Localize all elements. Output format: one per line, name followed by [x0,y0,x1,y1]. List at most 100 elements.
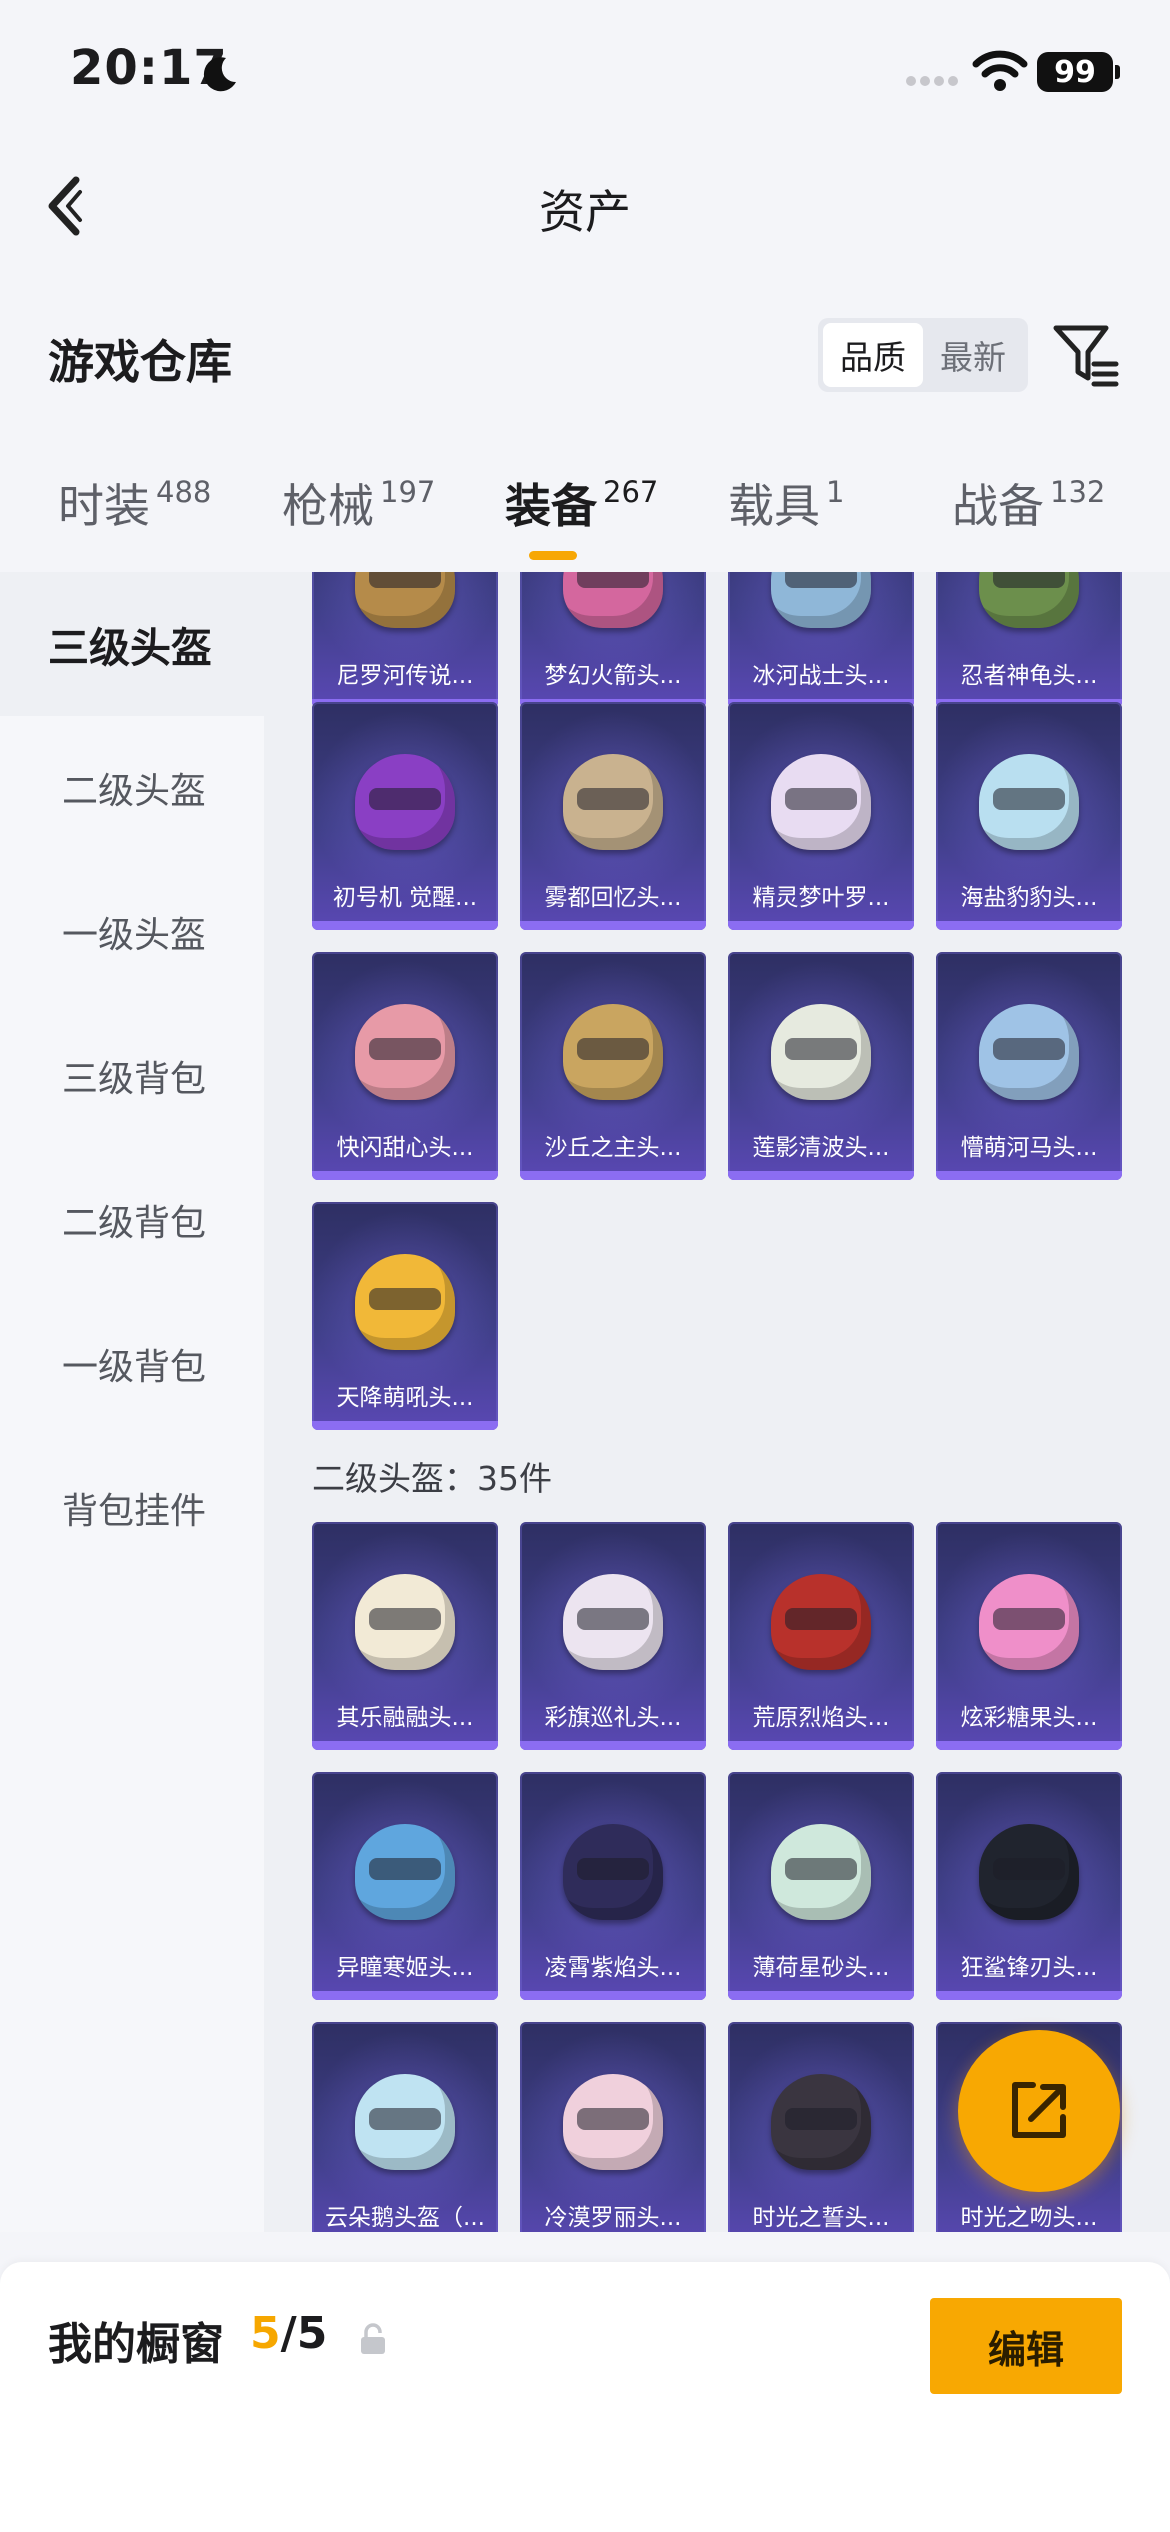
helmet-icon [979,1574,1079,1670]
equipment-sidebar: 三级头盔 二级头盔 一级头盔 三级背包 二级背包 一级背包 背包挂件 [0,572,264,2232]
item-card[interactable]: 云朵鹅头盔（... [312,2022,498,2232]
item-card[interactable]: 沙丘之主头... [520,952,706,1180]
showcase-count: 5/5 [250,2308,327,2359]
sort-latest-option[interactable]: 最新 [923,323,1023,387]
helmet-icon [563,1824,663,1920]
tab-count: 1 [826,475,845,509]
item-name: 时光之誓头... [752,2205,890,2231]
item-card[interactable]: 梦幻火箭头... [520,572,706,708]
item-name: 异瞳寒姬头... [336,1955,474,1981]
item-name: 快闪甜心头... [336,1135,474,1161]
showcase-current: 5 [250,2308,281,2359]
helmet-icon [771,572,871,628]
helmet-icon [355,2074,455,2170]
helmet-icon [771,754,871,850]
item-card[interactable]: 雾都回忆头... [520,702,706,930]
tab-label: 载具 [728,479,820,533]
item-name: 忍者神龟头... [960,663,1098,689]
item-name: 海盐豹豹头... [960,885,1098,911]
category-tabs: 时装 488 枪械 197 装备 267 载具 1 战备 132 [0,470,1170,570]
sidebar-item-level3-helmet[interactable]: 三级头盔 [0,572,264,716]
item-card[interactable]: 彩旗巡礼头... [520,1522,706,1750]
helmet-icon [771,1574,871,1670]
helmet-visor [369,1858,441,1880]
item-card[interactable]: 凌霄紫焰头... [520,1772,706,2000]
item-card[interactable]: 薄荷星砂头... [728,1772,914,2000]
sidebar-item-level1-helmet[interactable]: 一级头盔 [0,860,264,1004]
tab-label: 枪械 [282,479,374,533]
item-card[interactable]: 精灵梦叶罗... [728,702,914,930]
sidebar-item-level2-backpack[interactable]: 二级背包 [0,1148,264,1292]
helmet-visor [993,788,1065,810]
helmet-icon [979,754,1079,850]
helmet-visor [785,2108,857,2130]
section-title-level2-helmet: 二级头盔：35件 [312,1459,552,1498]
showcase-label: 我的橱窗 [48,2319,224,2370]
item-name: 初号机 觉醒... [332,885,478,911]
edit-button[interactable]: 编辑 [930,2298,1122,2394]
tab-label: 装备 [505,479,597,533]
item-card[interactable]: 尼罗河传说... [312,572,498,708]
helmet-visor [993,1038,1065,1060]
helmet-icon [979,1824,1079,1920]
item-card[interactable]: 莲影清波头... [728,952,914,1180]
helmet-icon [979,1004,1079,1100]
sidebar-item-level3-backpack[interactable]: 三级背包 [0,1004,264,1148]
item-name: 时光之吻头... [960,2205,1098,2231]
helmet-visor [785,1858,857,1880]
item-card[interactable]: 时光之誓头... [728,2022,914,2232]
item-name: 冷漠罗丽头... [544,2205,682,2231]
wifi-icon [972,50,1028,91]
item-card[interactable]: 冰河战士头... [728,572,914,708]
item-name: 炫彩糖果头... [960,1705,1098,1731]
item-name: 狂鲨锋刃头... [960,1955,1098,1981]
showcase-total: /5 [280,2308,328,2359]
tab-fashion[interactable]: 时装 488 [58,470,211,536]
signal-icon [906,76,958,86]
active-tab-indicator [529,551,577,560]
helmet-visor [785,1608,857,1630]
item-card[interactable]: 异瞳寒姬头... [312,1772,498,2000]
item-card[interactable]: 狂鲨锋刃头... [936,1772,1122,2000]
helmet-icon [771,1824,871,1920]
item-card[interactable]: 冷漠罗丽头... [520,2022,706,2232]
tab-firearms[interactable]: 枪械 197 [282,470,435,536]
sort-quality-option[interactable]: 品质 [823,323,923,387]
helmet-icon [563,2074,663,2170]
tab-count: 267 [603,475,659,509]
sidebar-item-level1-backpack[interactable]: 一级背包 [0,1292,264,1436]
item-name: 懵萌河马头... [960,1135,1098,1161]
helmet-visor [577,1608,649,1630]
item-card[interactable]: 快闪甜心头... [312,952,498,1180]
item-card[interactable]: 海盐豹豹头... [936,702,1122,930]
item-card[interactable]: 炫彩糖果头... [936,1522,1122,1750]
helmet-icon [563,1574,663,1670]
helmet-visor [369,1038,441,1060]
tab-vehicles[interactable]: 载具 1 [728,470,844,536]
tab-equipment[interactable]: 装备 267 [505,470,658,536]
sidebar-item-level2-helmet[interactable]: 二级头盔 [0,716,264,860]
helmet-visor [577,1038,649,1060]
item-card[interactable]: 懵萌河马头... [936,952,1122,1180]
helmet-icon [563,572,663,628]
item-card[interactable]: 荒原烈焰头... [728,1522,914,1750]
item-card[interactable]: 天降萌吼头... [312,1202,498,1430]
page-title: 资产 [539,185,631,239]
item-name: 莲影清波头... [752,1135,890,1161]
sidebar-item-backpack-charm[interactable]: 背包挂件 [0,1436,264,1580]
item-name: 梦幻火箭头... [544,663,682,689]
filter-icon[interactable] [1050,320,1120,388]
tab-supplies[interactable]: 战备 132 [952,470,1105,536]
helmet-visor [577,788,649,810]
helmet-visor [577,1858,649,1880]
helmet-icon [979,572,1079,628]
helmet-visor [577,2108,649,2130]
share-button[interactable] [958,2030,1120,2192]
helmet-icon [771,2074,871,2170]
item-name: 尼罗河传说... [336,663,474,689]
helmet-icon [355,754,455,850]
item-name: 荒原烈焰头... [752,1705,890,1731]
item-card[interactable]: 初号机 觉醒... [312,702,498,930]
item-card[interactable]: 其乐融融头... [312,1522,498,1750]
item-card[interactable]: 忍者神龟头... [936,572,1122,708]
